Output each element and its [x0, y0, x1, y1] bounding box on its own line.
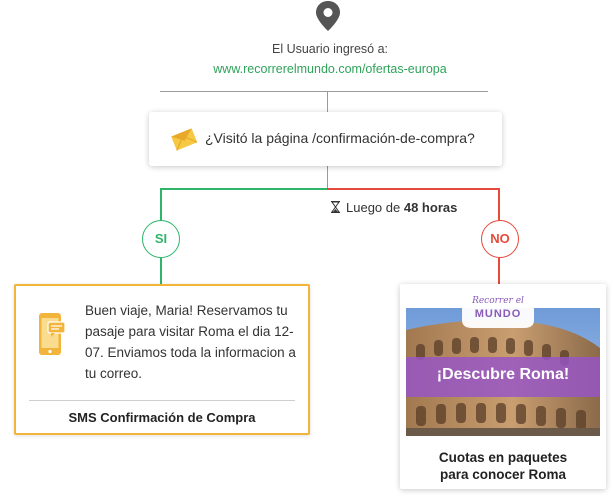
sms-card[interactable]: Buen viaje, Maria! Reservamos tu pasaje … — [14, 284, 310, 435]
no-branch-horizontal — [327, 188, 499, 190]
delay-label: Luego de 48 horas — [330, 200, 457, 215]
email-card[interactable]: Recorrer el MUNDO ¡Descubre Roma! Cuotas… — [400, 284, 606, 489]
brand-logo-word: MUNDO — [474, 308, 522, 320]
email-caption-line2: para conocer Roma — [439, 467, 567, 482]
connector-top-horizontal — [160, 91, 488, 92]
brand-script-text: Recorrer el — [472, 296, 524, 306]
email-card-caption: Cuotas en paquetes para conocer Roma — [400, 449, 606, 483]
promo-headline: ¡Descubre Roma! — [436, 366, 570, 383]
condition-question: ¿Visitó la página /confirmación-de-compr… — [205, 130, 475, 146]
no-to-email — [498, 258, 500, 285]
yes-to-sms — [160, 258, 162, 285]
yes-branch-down — [160, 188, 162, 221]
no-branch-node[interactable]: NO — [481, 220, 519, 258]
sms-card-title: SMS Confirmación de Compra — [68, 410, 256, 425]
delay-value: 48 horas — [403, 200, 458, 215]
no-branch-down — [498, 188, 500, 221]
connector-from-condition — [327, 166, 328, 188]
delay-prefix: Luego de — [346, 200, 401, 215]
connector-to-condition — [327, 91, 328, 112]
sms-message: Buen viaje, Maria! Reservamos tu pasaje … — [85, 303, 296, 381]
hourglass-icon — [331, 201, 340, 213]
sms-divider — [29, 400, 295, 401]
yes-branch-node[interactable]: SI — [142, 220, 180, 258]
location-pin-icon — [316, 1, 340, 31]
condition-card[interactable]: ¿Visitó la página /confirmación-de-compr… — [149, 112, 502, 166]
yes-branch-horizontal — [160, 188, 328, 190]
trigger-label: El Usuario ingresó a: — [271, 42, 389, 56]
email-envelope-icon — [171, 128, 197, 151]
email-caption-line1: Cuotas en paquetes — [438, 450, 568, 465]
mobile-sms-icon — [39, 313, 66, 355]
trigger-url[interactable]: www.recorrerelmundo.com/ofertas-europa — [160, 62, 500, 76]
